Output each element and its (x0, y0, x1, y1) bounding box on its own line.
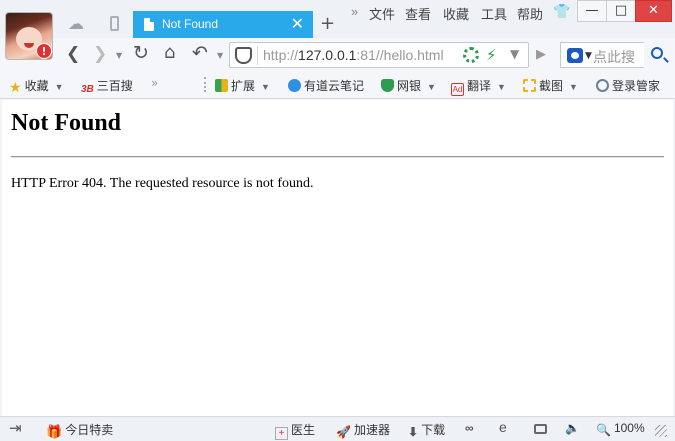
security-shield-icon[interactable] (235, 47, 252, 64)
tab-not-found[interactable]: Not Found ✕ (133, 11, 313, 38)
bookmark-youdao-note[interactable]: 有道云笔记 (288, 77, 364, 94)
skin-shirt-icon[interactable]: 👕 (553, 4, 570, 20)
cloud-icon[interactable]: ☁ (68, 14, 84, 33)
menu-view[interactable]: 查看 (405, 4, 431, 23)
accelerator-button[interactable]: 🚀 加速器 (336, 421, 390, 439)
user-avatar[interactable]: ! (5, 12, 53, 60)
bookmarks-divider (204, 77, 206, 92)
phone-icon[interactable] (110, 16, 119, 31)
page-title: Not Found (11, 110, 122, 136)
download-icon: ⬇ (408, 425, 419, 439)
menu-help[interactable]: 帮助 (517, 4, 543, 23)
mouse-gesture-icon[interactable]: ∞ (465, 421, 474, 435)
undo-close-icon[interactable]: ↶ (192, 42, 208, 64)
screenshot-icon (523, 79, 536, 92)
close-window-button[interactable]: ✕ (635, 0, 672, 22)
search-icon (651, 47, 663, 59)
bookmark-online-banking[interactable]: 网银 ▼ (381, 77, 436, 94)
today-deals-button[interactable]: 🎁 今日特卖 (46, 421, 113, 440)
page-viewport: Not Found HTTP Error 404. The requested … (2, 100, 673, 416)
bank-shield-icon (381, 79, 394, 92)
zoom-control[interactable]: 🔍 100% (596, 421, 645, 437)
search-input[interactable]: 点此搜 (593, 47, 635, 67)
bookmarks-overflow-icon[interactable]: » (151, 76, 158, 90)
new-tab-button[interactable]: + (320, 13, 335, 34)
search-box[interactable]: ▼ 点此搜 (560, 42, 644, 68)
back-icon[interactable]: ❮ (66, 44, 80, 64)
volume-icon[interactable]: 🔈 (565, 421, 580, 435)
compat-mode-icon[interactable] (463, 47, 479, 63)
page-divider (11, 156, 664, 158)
rocket-icon: 🚀 (336, 425, 351, 439)
address-dropdown-icon[interactable]: ▼ (510, 47, 519, 61)
resize-grip[interactable] (655, 425, 667, 437)
menu-tools[interactable]: 工具 (481, 4, 507, 23)
doctor-button[interactable]: + 医生 (275, 421, 315, 440)
page-icon (144, 18, 154, 31)
youdao-note-icon (288, 79, 301, 92)
bookmark-translate[interactable]: Ad 翻译 ▼ (451, 77, 506, 96)
star-icon: ★ (9, 79, 22, 95)
ie-icon[interactable]: e (499, 419, 507, 435)
sidebar-toggle-icon[interactable]: ⇥ (9, 419, 22, 437)
doctor-kit-icon: + (275, 427, 288, 440)
sanbaisou-icon: 3B (81, 84, 94, 95)
monitor-icon[interactable] (534, 424, 547, 434)
bookmark-screenshot[interactable]: 截图 ▼ (523, 77, 578, 94)
home-icon[interactable]: ⌂ (164, 42, 175, 63)
go-arrow-icon[interactable]: ▶ (536, 47, 546, 62)
search-button[interactable] (644, 42, 672, 68)
bookmark-sanbaisou[interactable]: 3B 三百搜 (81, 77, 133, 95)
menu-file[interactable]: 文件 (369, 4, 395, 23)
translate-icon: Ad (451, 83, 464, 96)
bookmark-extensions[interactable]: 扩展 ▼ (215, 77, 270, 94)
maximize-button[interactable]: □ (606, 0, 636, 22)
forward-icon[interactable]: ❯ (93, 44, 107, 64)
download-button[interactable]: ⬇ 下载 (408, 421, 445, 439)
undo-dropdown-icon[interactable]: ▼ (217, 51, 223, 60)
tab-bar (0, 0, 675, 38)
history-dropdown-icon[interactable]: ▼ (116, 51, 122, 60)
menu-favorites[interactable]: 收藏 (443, 4, 469, 23)
alert-badge-icon: ! (36, 43, 52, 59)
refresh-icon[interactable]: ↻ (133, 42, 149, 64)
search-engine-dropdown-icon[interactable]: ▼ (585, 51, 592, 61)
zoom-icon: 🔍 (596, 423, 611, 437)
address-bar[interactable]: http://127.0.0.1:81//hello.html ⚡ ▼ (229, 42, 529, 68)
url-text[interactable]: http://127.0.0.1:81//hello.html (263, 47, 444, 63)
extension-icon (215, 79, 228, 92)
menu-overflow-icon[interactable]: » (351, 4, 358, 19)
baidu-paw-icon[interactable] (567, 48, 583, 63)
speed-mode-icon[interactable]: ⚡ (486, 46, 497, 64)
minimize-button[interactable]: — (577, 0, 607, 22)
bookmark-favorites[interactable]: ★ 收藏 ▼ (9, 77, 64, 96)
tab-title: Not Found (162, 17, 219, 31)
bookmark-login-manager[interactable]: 登录管家 (596, 77, 660, 94)
error-message: HTTP Error 404. The requested resource i… (11, 176, 314, 191)
gift-icon: 🎁 (46, 424, 63, 439)
tab-close-icon[interactable]: ✕ (291, 14, 304, 33)
login-manager-icon (596, 79, 609, 92)
